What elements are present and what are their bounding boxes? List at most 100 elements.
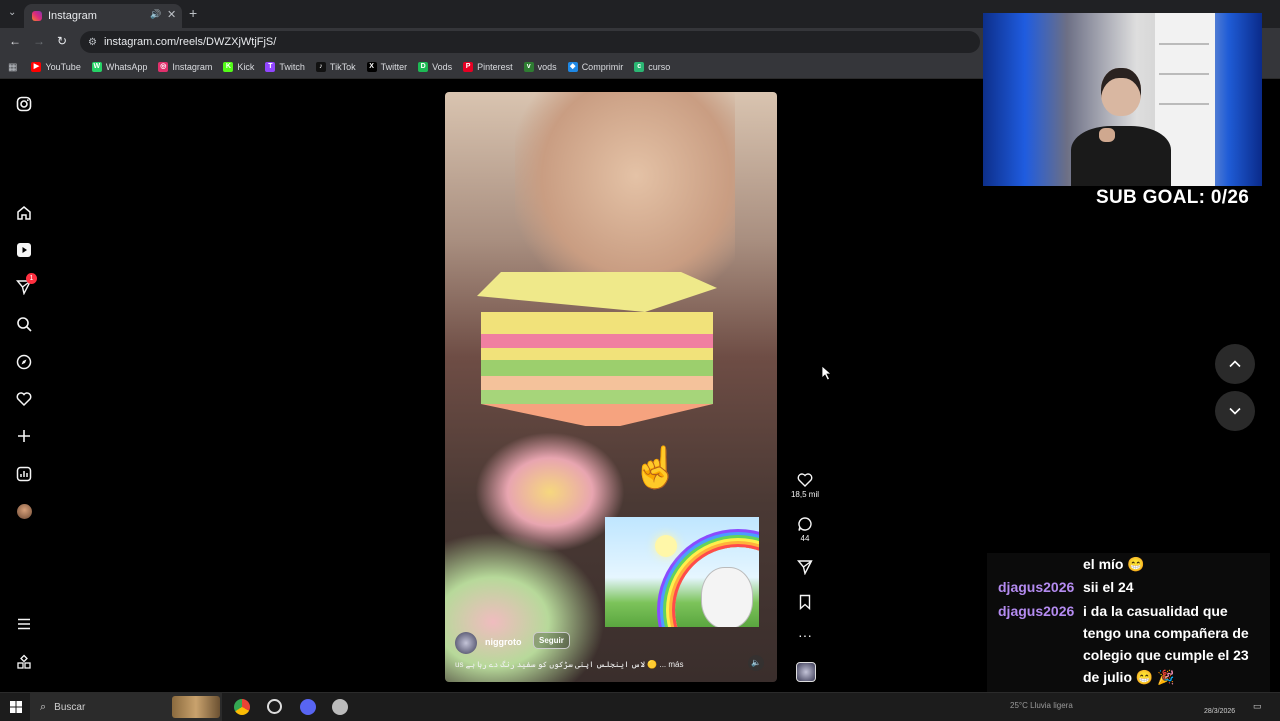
author-avatar[interactable] <box>455 632 477 654</box>
taskbar-search[interactable]: ⌕ Buscar <box>30 693 222 721</box>
tab-title: Instagram <box>48 10 97 22</box>
vods-icon: D <box>418 62 429 72</box>
bookmark-label: Twitch <box>279 62 305 72</box>
instagram-logo-icon[interactable] <box>14 94 34 114</box>
bookmark-vods[interactable]: v vods <box>523 62 557 72</box>
home-icon[interactable] <box>14 203 34 223</box>
author-username[interactable]: niggroto <box>485 637 522 647</box>
url-text[interactable]: instagram.com/reels/DWZXjWtjFjS/ <box>104 36 276 48</box>
sticky-notes-stack <box>477 272 717 442</box>
reels-icon[interactable] <box>14 240 34 260</box>
streamer-webcam <box>983 13 1262 186</box>
whatsapp-icon: W <box>91 62 102 72</box>
bookmark-tiktok[interactable]: ♪ TikTok <box>315 62 356 72</box>
bookmark-comprimir[interactable]: ◆ Comprimir <box>567 62 624 72</box>
chat-username: djagus2026 <box>998 603 1075 619</box>
stream-chat: el mío 😁 djagus2026 sii el 24 djagus2026 i d… <box>987 553 1270 693</box>
audio-thumbnail[interactable] <box>796 662 816 682</box>
chat-message: el mío 😁 <box>1083 556 1145 572</box>
twitter-icon: X <box>366 62 377 72</box>
menu-icon[interactable] <box>14 614 34 634</box>
next-reel-button[interactable] <box>1215 391 1255 431</box>
back-icon[interactable]: ← <box>9 34 21 48</box>
tab-audio-icon[interactable]: 🔊 <box>150 9 161 20</box>
app-taskbar-icon[interactable] <box>267 699 282 714</box>
more-apps-icon[interactable] <box>14 652 34 672</box>
search-icon[interactable] <box>14 314 34 334</box>
bookmark-label: Twitter <box>380 62 408 72</box>
comment-icon <box>798 517 812 531</box>
comment-count: 44 <box>800 534 810 543</box>
notifications-icon[interactable]: ▭ <box>1253 701 1262 712</box>
apps-grid-icon[interactable]: ▦ <box>8 62 17 73</box>
windows-taskbar: ⌕ Buscar 25°C Lluvia ligera 28/3/2026 ▭ <box>0 692 1280 721</box>
bookmark-label: curso <box>648 62 671 72</box>
clock-date[interactable]: 28/3/2026 <box>1204 708 1235 715</box>
bookmark-curso[interactable]: c curso <box>634 62 670 72</box>
new-tab-button[interactable]: + <box>189 5 197 21</box>
instagram-icon: ◎ <box>158 62 169 72</box>
send-icon <box>797 560 813 576</box>
comprimir-icon: ◆ <box>567 62 578 72</box>
instagram-favicon-icon <box>32 11 42 21</box>
sub-goal-text: SUB GOAL: 0/26 <box>1096 187 1250 208</box>
plus-icon[interactable] <box>14 426 34 446</box>
browser-tab-instagram[interactable]: Instagram 🔊 ✕ <box>24 4 182 28</box>
chat-message: colegio que cumple el 23 <box>1083 647 1249 663</box>
bookmark-kick[interactable]: K Kick <box>223 62 254 72</box>
discord-taskbar-icon[interactable] <box>300 699 316 715</box>
share-button[interactable] <box>790 559 820 577</box>
follow-button[interactable]: Seguir <box>533 632 570 649</box>
curso-icon: c <box>634 62 645 72</box>
hand-image <box>515 92 735 302</box>
kick-icon: K <box>223 62 234 72</box>
site-info-icon[interactable]: ⚙ <box>88 37 97 48</box>
tab-list-chevron-icon[interactable]: ⌄ <box>8 7 16 18</box>
bookmark-instagram[interactable]: ◎ Instagram <box>158 62 212 72</box>
reload-icon[interactable]: ↻ <box>57 34 67 48</box>
like-button[interactable]: 18,5 mil <box>790 472 820 499</box>
bookmark-pinterest[interactable]: P Pinterest <box>463 62 513 72</box>
rainbow-meme-image <box>605 517 759 627</box>
bookmark-label: Comprimir <box>581 62 624 72</box>
windows-start-icon[interactable] <box>10 700 22 718</box>
pointing-hand-emoji: ☝ <box>631 446 681 490</box>
reel-video[interactable]: ☝ niggroto Seguir us لاس اینجلس اپنی سڑک… <box>445 92 777 682</box>
save-button[interactable] <box>790 594 820 612</box>
chart-icon[interactable] <box>14 464 34 484</box>
chat-message: de julio 😁 🎉 <box>1083 669 1175 685</box>
bookmark-label: vods <box>537 62 557 72</box>
chevron-up-icon <box>1229 360 1241 368</box>
like-count: 18,5 mil <box>790 490 819 499</box>
compass-icon[interactable] <box>14 352 34 372</box>
reel-caption[interactable]: us لاس اینجلس اپنی سڑکوں کو سفید رنگ دے … <box>455 660 715 669</box>
bookmark-vods[interactable]: D Vods <box>418 62 452 72</box>
bookmark-whatsapp[interactable]: W WhatsApp <box>91 62 148 72</box>
bookmark-youtube[interactable]: ▶ YouTube <box>31 62 81 72</box>
obs-taskbar-icon[interactable] <box>332 699 348 715</box>
heart-icon[interactable] <box>14 389 34 409</box>
notification-badge: 1 <box>26 273 37 284</box>
profile-avatar[interactable] <box>14 501 34 521</box>
bookmark-icon <box>799 594 811 611</box>
instagram-sidebar: 1 <box>0 79 48 692</box>
mute-icon[interactable]: 🔈 <box>748 655 764 671</box>
bookmark-twitch[interactable]: T Twitch <box>265 62 305 72</box>
search-icon: ⌕ <box>40 700 47 713</box>
chrome-taskbar-icon[interactable] <box>234 699 250 715</box>
tab-close-icon[interactable]: ✕ <box>167 8 176 21</box>
bookmark-label: Kick <box>237 62 255 72</box>
previous-reel-button[interactable] <box>1215 344 1255 384</box>
comment-button[interactable]: 44 <box>790 516 820 543</box>
bookmark-twitter[interactable]: X Twitter <box>366 62 408 72</box>
bookmark-label: WhatsApp <box>105 62 148 72</box>
chat-message: i da la casualidad que <box>1083 603 1228 619</box>
chat-username: djagus2026 <box>998 579 1075 595</box>
weather-text[interactable]: 25°C Lluvia ligera <box>1010 701 1073 710</box>
address-bar[interactable]: ⚙ instagram.com/reels/DWZXjWtjFjS/ <box>80 31 980 53</box>
forward-icon[interactable]: → <box>33 34 45 48</box>
send-icon[interactable]: 1 <box>14 273 37 297</box>
streamer-figure <box>1071 68 1171 186</box>
more-options-icon[interactable]: ··· <box>790 627 820 643</box>
chat-message: tengo una compañera de <box>1083 625 1249 641</box>
